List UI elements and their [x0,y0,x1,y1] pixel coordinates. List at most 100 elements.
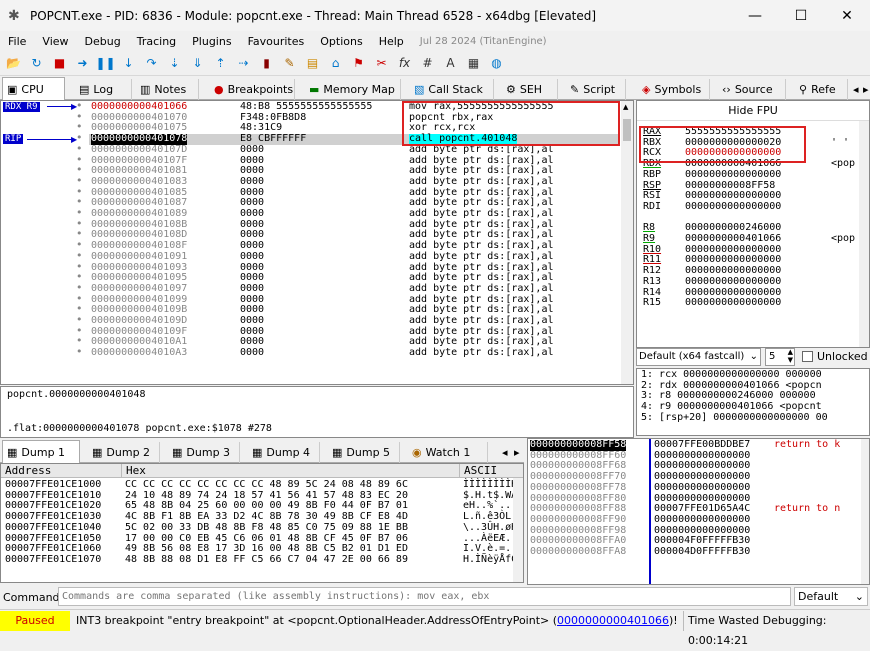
disassembly-scrollbar[interactable]: ▲ [621,101,633,384]
menu-plugins[interactable]: Plugins [184,35,239,48]
restart-icon[interactable]: ↻ [27,54,46,73]
disasm-bytes: 0000 [240,250,265,262]
arg-count-spinner[interactable]: 5 ▲ ▼ [765,348,795,366]
stack-scrollbar[interactable] [861,439,869,584]
bookmarks-icon[interactable]: ⚑ [349,54,368,73]
trace-into-icon[interactable]: ⇣ [165,54,184,73]
labels-icon[interactable]: ⌂ [326,54,345,73]
stack-value: 0000000000000000 [654,481,751,493]
tab-log[interactable]: ▤ Log [75,79,132,100]
tab-breakpoints[interactable]: ● Breakpoints [210,79,295,100]
disasm-bytes: 0000 [240,143,265,155]
dump-scrollbar[interactable] [513,478,523,582]
dump-row[interactable]: 00007FFE01CE1070 48 8B 88 08 D1 E8 FF C5 … [1,553,523,566]
register-scrollbar[interactable] [859,121,869,347]
unlocked-checkbox[interactable] [802,351,813,362]
command-mode-select[interactable]: Default ⌄ [794,587,868,606]
stack-pane[interactable]: 000000000008FF58 00007FFE00BDDBE7 return t… [527,438,870,585]
menu-file[interactable]: File [0,35,34,48]
disasm-row[interactable]: 000000000040107D 0000 add byte ptr ds:[rax… [89,143,619,156]
globe-icon[interactable]: ◍ [487,54,506,73]
register-comment: <pop [831,158,856,170]
trace-over-icon[interactable]: ⇓ [188,54,207,73]
scroll-up-icon[interactable]: ▲ [623,103,628,111]
cpu-icon: ▣ [7,83,18,96]
scroll-thumb[interactable] [623,119,631,141]
disasm-row[interactable]: 00000000004010A3 0000 add byte ptr ds:[rax… [89,347,619,359]
main-tabs: ▣ CPU ▤ Log ▥ Notes ● Breakpoints ▬ Memory Ma… [0,77,870,101]
dump-address: 00007FFE01CE1070 [5,553,102,565]
tab-script[interactable]: ✎ Script [566,79,626,100]
stack-frame-line [649,439,651,584]
register-row[interactable]: RDI 0000000000000000 [641,201,859,213]
functions-icon[interactable]: ✂ [372,54,391,73]
register-comment: <pop [831,233,856,244]
tab-watch-1[interactable]: ◉ Watch 1 [408,442,488,463]
tab-dump-5[interactable]: ▦ Dump 5 [328,442,400,463]
dump-row[interactable]: 00007FFE01CE1040 5C 02 00 33 DB 48 8B F8 … [1,521,523,534]
highlight-box [402,101,620,146]
tab-dump-2[interactable]: ▦ Dump 2 [88,442,160,463]
menu-debug[interactable]: Debug [77,35,129,48]
register-row[interactable]: R13 0000000000000000 [641,276,859,288]
pause-icon[interactable]: ❚❚ [95,54,115,73]
tab-call-stack[interactable]: ▧ Call Stack [410,79,494,100]
tab-symbols[interactable]: ◈ Symbols [638,79,710,100]
tab-dump-3[interactable]: ▦ Dump 3 [168,442,240,463]
stack-row[interactable]: 000000000008FFA8 000004D0FFFFFB30 [528,546,861,558]
hash-icon[interactable]: # [418,54,437,73]
disasm-row[interactable]: 0000000000401091 0000 add byte ptr ds:[rax… [89,250,619,263]
step-over-icon[interactable]: ↷ [142,54,161,73]
comments-icon[interactable]: ▤ [303,54,322,73]
patch-icon[interactable]: ✎ [280,54,299,73]
menu-view[interactable]: View [34,35,76,48]
tab-dump-1[interactable]: ▦ Dump 1 [2,440,80,464]
register-row[interactable]: RBP 0000000000000000 [641,169,859,181]
maximize-button[interactable]: ☐ [778,0,824,31]
dump-header: Address Hex ASCII [1,464,523,478]
tabs-scroll-right[interactable]: ▸ [859,79,869,100]
stack-row[interactable]: 000000000008FF78 0000000000000000 [528,481,861,494]
stack-value: 000004D0FFFFFB30 [654,546,751,557]
tab-source[interactable]: ‹› Source [718,79,786,100]
dumptabs-scroll-right[interactable]: ▸ [510,442,522,463]
calculator-icon[interactable]: ▦ [464,54,483,73]
close-button[interactable]: ✕ [824,0,870,31]
tab-memory-map[interactable]: ▬ Memory Map [305,79,401,100]
disasm-row[interactable]: 0000000000401083 0000 add byte ptr ds:[rax… [89,176,619,188]
dumptabs-scroll-left[interactable]: ◂ [498,442,510,463]
strings-icon[interactable]: A [441,54,460,73]
open-icon[interactable]: 📂 [4,54,23,73]
tab-dump-4[interactable]: ▦ Dump 4 [248,442,320,463]
disassembly-pane[interactable]: RDX R9 ▶ RIP ▶ • • • • • • • • • • • • • • • • • • • • • • • • … [0,100,634,385]
hide-fpu-button[interactable]: Hide FPU [637,101,869,121]
dump-header-address: Address [5,464,52,477]
tabs-scroll-left[interactable]: ◂ [849,79,859,100]
tab-seh[interactable]: ⚙ SEH [502,79,558,100]
tab-references[interactable]: ⚲ Refe [795,79,848,100]
fx-icon[interactable]: fx [395,54,414,73]
menu-tracing[interactable]: Tracing [129,35,184,48]
entry-address-link[interactable]: 0000000000401066 [557,614,669,627]
registers-pane[interactable]: Hide FPU RAX 5555555555555555 RBX 000000000… [636,100,870,348]
menu-help[interactable]: Help [371,35,412,48]
stack-row[interactable]: 000000000008FF90 0000000000000000 [528,514,861,526]
step-into-icon[interactable]: ↓ [119,54,138,73]
disasm-row[interactable]: 0000000000401097 0000 add byte ptr ds:[rax… [89,283,619,295]
dump-icon: ▦ [172,446,183,459]
menu-favourites[interactable]: Favourites [240,35,313,48]
menu-options[interactable]: Options [312,35,370,48]
command-input[interactable] [58,587,791,606]
tab-cpu[interactable]: ▣ CPU [2,77,65,101]
tab-notes[interactable]: ▥ Notes [136,79,199,100]
run-icon[interactable]: ➜ [73,54,92,73]
callconv-select[interactable]: Default (x64 fastcall) ⌄ [636,348,761,366]
dump-pane[interactable]: Address Hex ASCII 00007FFE01CE1000 CC CC … [0,463,524,583]
dump-address: 00007FFE01CE1040 [5,521,102,533]
execute-till-return-icon[interactable]: ⇡ [211,54,230,73]
minimize-button[interactable]: — [732,0,778,31]
register-row[interactable]: R15 0000000000000000 [641,297,859,309]
stop-icon[interactable]: ■ [50,54,69,73]
scylla-icon[interactable]: ▮ [257,54,276,73]
run-to-user-code-icon[interactable]: ⇢ [234,54,253,73]
